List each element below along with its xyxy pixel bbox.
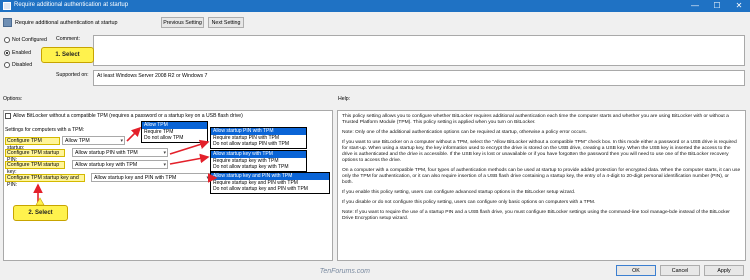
comment-label: Comment: [56, 36, 80, 42]
tpm-startup-pin-select[interactable]: Allow startup PIN with TPM ▾ [72, 148, 168, 157]
window-title: Require additional authentication at sta… [14, 2, 129, 8]
watermark: TenForums.com [319, 268, 370, 275]
cancel-button[interactable]: Cancel [660, 265, 700, 276]
tpm-startup-dropdown: Allow TPM Require TPM Do not allow TPM [141, 121, 208, 143]
tpm-startup-value: Allow TPM [65, 138, 90, 144]
tpm-key-dropdown: Allow startup key with TPM Require start… [210, 150, 307, 172]
minimize-button[interactable]: — [684, 0, 706, 12]
tpm-startup-key-pin-select[interactable]: Allow startup key and PIN with TPM ▾ [91, 173, 211, 182]
options-label: Options: [3, 96, 23, 102]
select-callout-1: 1. Select [41, 47, 94, 63]
not-configured-label: Not Configured [12, 37, 47, 43]
chevron-down-icon: ▾ [163, 162, 166, 168]
disabled-radio[interactable] [4, 62, 10, 68]
comment-field[interactable] [93, 35, 745, 66]
help-paragraph: If you want to use BitLocker on a comput… [342, 140, 737, 163]
help-panel: This policy setting allows you to config… [337, 110, 746, 261]
chevron-down-icon: ▾ [163, 150, 166, 156]
enabled-radio[interactable] [4, 50, 10, 56]
tpm-startup-select[interactable]: Allow TPM ▾ [62, 136, 125, 145]
maximize-button[interactable]: ☐ [706, 0, 728, 12]
allow-bitlocker-label: Allow BitLocker without a compatible TPM… [13, 113, 243, 119]
tpm-startup-pin-label: Configure TPM startup PIN: [5, 149, 65, 163]
apply-button[interactable]: Apply [704, 265, 744, 276]
tpm-settings-label: Settings for computers with a TPM: [5, 127, 85, 133]
tpm-startup-key-value: Allow startup key with TPM [75, 162, 138, 168]
help-paragraph: This policy setting allows you to config… [342, 114, 729, 125]
tpm-key-pin-dropdown: Allow startup key and PIN with TPM Requi… [210, 172, 330, 194]
chevron-down-icon: ▾ [120, 138, 123, 144]
dropdown-option[interactable]: Do not allow startup PIN with TPM [211, 141, 306, 148]
allow-bitlocker-checkbox[interactable] [5, 113, 11, 119]
disabled-label: Disabled [12, 62, 33, 68]
help-paragraph: On a computer with a compatible TPM, fou… [342, 168, 741, 185]
policy-header-icon [3, 18, 12, 27]
tpm-startup-key-select[interactable]: Allow startup key with TPM ▾ [72, 160, 168, 169]
dropdown-option[interactable]: Do not allow startup key with TPM [211, 164, 306, 171]
dropdown-option[interactable]: Do not allow startup key and PIN with TP… [211, 186, 329, 193]
help-paragraph: Note: Only one of the additional authent… [342, 130, 587, 135]
policy-icon [3, 2, 11, 10]
tpm-startup-key-pin-value: Allow startup key and PIN with TPM [94, 175, 177, 181]
help-paragraph: Note: If you want to require the use of … [342, 210, 730, 221]
tpm-startup-key-label: Configure TPM startup key: [5, 161, 65, 175]
dropdown-option[interactable]: Do not allow TPM [142, 135, 207, 142]
help-paragraph: If you disable or do not configure this … [342, 200, 596, 205]
chevron-down-icon: ▾ [206, 175, 209, 181]
close-button[interactable]: ✕ [728, 0, 750, 12]
help-label: Help: [338, 96, 351, 102]
previous-setting-button[interactable]: Previous Setting [161, 17, 204, 28]
title-bar: Require additional authentication at sta… [0, 0, 750, 12]
enabled-label: Enabled [12, 50, 32, 56]
tpm-startup-label: Configure TPM startup: [5, 137, 60, 151]
policy-name: Require additional authentication at sta… [15, 20, 118, 26]
tpm-startup-pin-value: Allow startup PIN with TPM [75, 150, 138, 156]
tpm-pin-dropdown: Allow startup PIN with TPM Require start… [210, 127, 307, 149]
tpm-startup-key-pin-label: Configure TPM startup key and PIN: [5, 174, 85, 188]
help-paragraph: If you enable this policy setting, users… [342, 190, 576, 195]
select-callout-2: 2. Select [13, 205, 68, 221]
supported-on-label: Supported on: [56, 72, 89, 78]
supported-on-field: At least Windows Server 2008 R2 or Windo… [93, 70, 745, 86]
next-setting-button[interactable]: Next Setting [208, 17, 244, 28]
not-configured-radio[interactable] [4, 37, 10, 43]
ok-button[interactable]: OK [616, 265, 656, 276]
